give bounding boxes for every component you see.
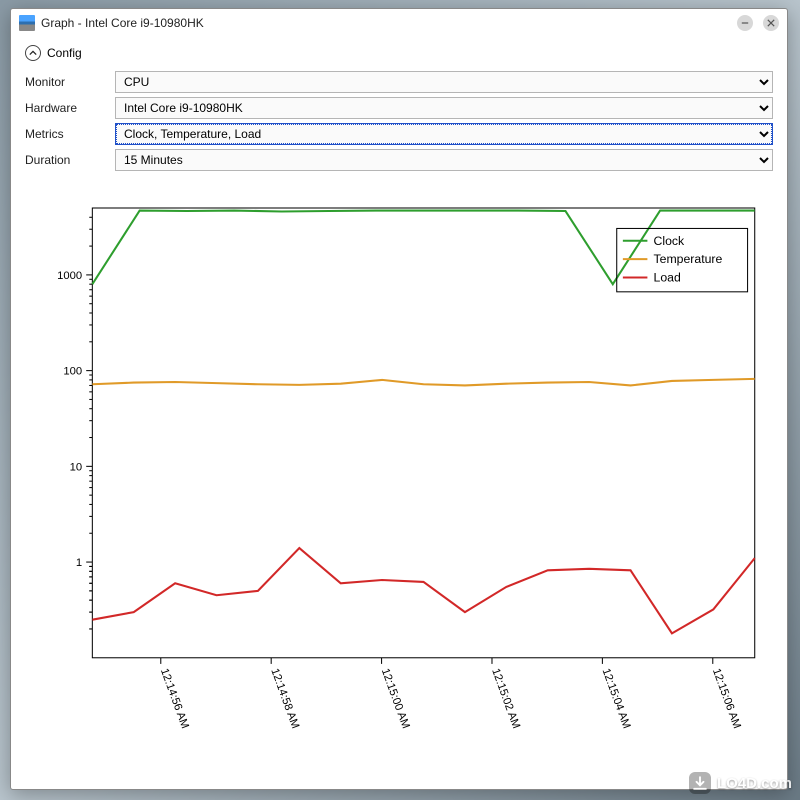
- svg-text:12:15:00 AM: 12:15:00 AM: [379, 667, 412, 730]
- svg-text:1: 1: [76, 557, 82, 569]
- duration-select[interactable]: 15 Minutes: [115, 149, 773, 171]
- config-toggle[interactable]: Config: [11, 37, 787, 65]
- app-icon: [19, 15, 35, 31]
- window-title: Graph - Intel Core i9-10980HK: [41, 16, 731, 30]
- svg-text:Load: Load: [654, 271, 681, 285]
- close-button[interactable]: [763, 15, 779, 31]
- svg-text:12:14:58 AM: 12:14:58 AM: [268, 667, 301, 730]
- titlebar: Graph - Intel Core i9-10980HK: [11, 9, 787, 37]
- svg-text:100: 100: [63, 366, 82, 378]
- monitor-select[interactable]: CPU: [115, 71, 773, 93]
- metrics-label: Metrics: [25, 127, 105, 141]
- close-icon: [767, 19, 775, 27]
- watermark: LO4D.com: [689, 772, 792, 794]
- chevron-up-icon: [25, 45, 41, 61]
- config-label: Config: [47, 46, 82, 60]
- monitor-label: Monitor: [25, 75, 105, 89]
- app-window: Graph - Intel Core i9-10980HK Config Mon…: [10, 8, 788, 790]
- svg-text:Clock: Clock: [654, 234, 686, 248]
- svg-text:10: 10: [70, 461, 83, 473]
- minimize-button[interactable]: [737, 15, 753, 31]
- svg-text:12:14:56 AM: 12:14:56 AM: [158, 667, 191, 730]
- line-chart: 1 10 100 1000 12:14:56 AM 12:14:58 AM 12:15:00…: [31, 187, 767, 781]
- watermark-text: LO4D.com: [717, 775, 792, 792]
- svg-text:12:15:04 AM: 12:15:04 AM: [600, 667, 633, 730]
- metrics-select[interactable]: Clock, Temperature, Load: [115, 123, 773, 145]
- svg-text:12:15:02 AM: 12:15:02 AM: [489, 667, 522, 730]
- download-icon: [689, 772, 711, 794]
- config-form: Monitor CPU Hardware Intel Core i9-10980…: [11, 65, 787, 179]
- duration-label: Duration: [25, 153, 105, 167]
- svg-text:12:15:06 AM: 12:15:06 AM: [710, 667, 743, 730]
- hardware-select[interactable]: Intel Core i9-10980HK: [115, 97, 773, 119]
- svg-text:1000: 1000: [57, 270, 82, 282]
- chart-container: 1 10 100 1000 12:14:56 AM 12:14:58 AM 12:15:00…: [11, 179, 787, 789]
- minimize-icon: [741, 19, 749, 27]
- hardware-label: Hardware: [25, 101, 105, 115]
- svg-text:Temperature: Temperature: [654, 252, 723, 266]
